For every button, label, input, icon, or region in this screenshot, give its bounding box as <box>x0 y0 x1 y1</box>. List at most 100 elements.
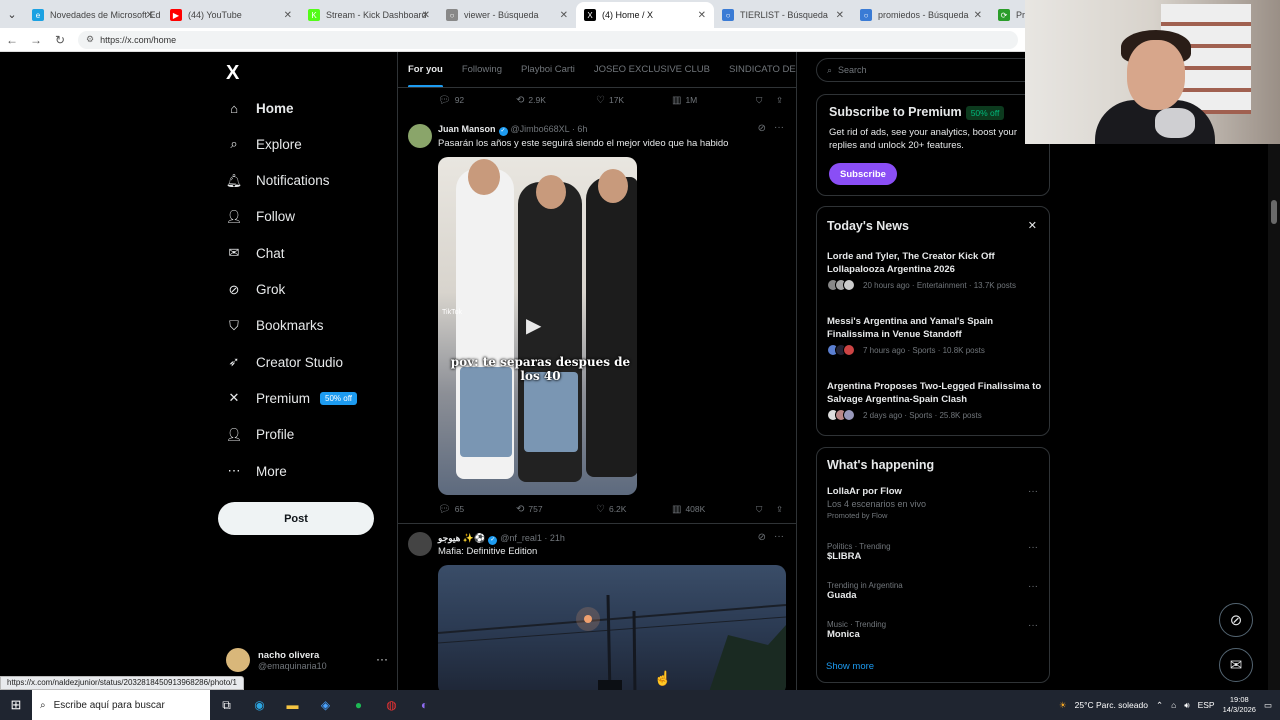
grok-explain-icon[interactable]: ⊘ <box>758 123 766 134</box>
scrollbar[interactable] <box>1268 144 1280 690</box>
nav-item-more[interactable]: ⋯ More <box>226 456 287 486</box>
repost-button[interactable]: ⟲ 757 <box>516 504 596 515</box>
nav-item-explore[interactable]: ⌕ Explore <box>226 129 301 159</box>
show-more-link[interactable]: Show more <box>826 661 874 672</box>
bookmark-icon[interactable]: ⛉ <box>756 95 776 106</box>
nav-item-follow[interactable]: 👤︎ Follow <box>226 202 295 232</box>
notification-center-icon[interactable]: ▭ <box>1264 700 1272 711</box>
app-icon[interactable]: ◍ <box>375 690 408 720</box>
trend-item[interactable]: Politics · Trending $LIBRA ··· <box>827 542 1042 562</box>
clock[interactable]: 19:08 14/3/2026 <box>1223 695 1256 715</box>
tweet-handle[interactable]: @nf_real1 <box>500 533 542 543</box>
browser-tab[interactable]: ○ viewer - Búsqueda ✕ <box>438 2 576 28</box>
tweet-author[interactable]: Juan Manson <box>438 124 496 134</box>
browser-tab[interactable]: ▶ (44) YouTube ✕ <box>162 2 300 28</box>
edge-icon[interactable]: ◉ <box>243 690 276 720</box>
x-logo-icon[interactable]: X <box>226 62 239 85</box>
weather-text[interactable]: 25°C Parc. soleado <box>1075 700 1148 710</box>
nav-item-premium[interactable]: ✕ Premium 50% off <box>226 383 357 413</box>
trend-item[interactable]: Trending in Argentina Guada ··· <box>827 581 1042 601</box>
trend-item[interactable]: LollaAr por Flow Los 4 escenarios en vivo… <box>827 486 1042 520</box>
tweet-avatar[interactable] <box>408 124 432 148</box>
tweet[interactable]: Juan Manson ✓ @Jimbo668XL · 6h ⊘ ··· Pasar… <box>398 114 796 524</box>
task-view-icon[interactable]: ⧉ <box>210 690 243 720</box>
site-info-icon[interactable]: ⚙ <box>86 34 94 45</box>
trend-more-icon[interactable]: ··· <box>1028 486 1038 497</box>
tab-close-icon[interactable]: ✕ <box>560 10 568 21</box>
share-icon[interactable]: ⇪ <box>776 95 783 106</box>
file-explorer-icon[interactable]: ▬ <box>276 690 309 720</box>
news-item[interactable]: Argentina Proposes Two-Legged Finalissim… <box>827 381 1042 421</box>
browser-tab[interactable]: X (4) Home / X ✕ <box>576 2 714 28</box>
browser-tab[interactable]: ○ TIERLIST - Búsqueda ✕ <box>714 2 852 28</box>
nav-item-bookmarks[interactable]: ⛉ Bookmarks <box>226 311 323 341</box>
tweet-avatar[interactable] <box>408 532 432 556</box>
spotify-icon[interactable]: ● <box>342 690 375 720</box>
feed-tab[interactable]: Following <box>462 52 502 87</box>
trend-more-icon[interactable]: ··· <box>1028 581 1038 592</box>
tab-close-icon[interactable]: ✕ <box>146 10 154 21</box>
feed-tab[interactable]: SINDICATO DE C <box>729 52 796 87</box>
tweet-time[interactable]: 6h <box>577 124 587 134</box>
reply-button[interactable]: 💬︎ 92 <box>438 95 516 106</box>
browser-tab[interactable]: e Novedades de Microsoft Ed ✕ <box>24 2 162 28</box>
like-button[interactable]: ♡ 17K <box>596 95 672 106</box>
discord-icon[interactable]: ◐ <box>408 690 441 720</box>
tab-close-icon[interactable]: ✕ <box>284 10 292 21</box>
back-arrow-icon[interactable]: ← <box>0 33 24 47</box>
tab-search-chevron-icon[interactable]: ⌄ <box>0 0 24 28</box>
feed-tab[interactable]: Playboi Carti <box>521 52 575 87</box>
subscribe-button[interactable]: Subscribe <box>829 163 897 185</box>
nav-item-notifications[interactable]: 🔔︎ Notifications <box>226 166 330 196</box>
tweet-author[interactable]: هيوجو ✨⚽ <box>438 533 485 543</box>
account-more-icon[interactable]: ··· <box>376 652 388 666</box>
nav-item-home[interactable]: ⌂ Home <box>226 93 293 123</box>
volume-icon[interactable]: 🔊︎ <box>1184 700 1189 711</box>
tweet-image[interactable] <box>438 565 786 690</box>
views-button[interactable]: ▥ 1M <box>672 95 756 106</box>
feed-tab[interactable]: JOSEO EXCLUSIVE CLUB <box>594 52 710 87</box>
play-icon[interactable]: ▶ <box>526 313 548 337</box>
store-icon[interactable]: ◈ <box>309 690 342 720</box>
reload-icon[interactable]: ↻ <box>48 33 72 47</box>
trend-item[interactable]: Music · Trending Monica ··· <box>827 620 1042 640</box>
tweet[interactable]: هيوجو ✨⚽ ✓ @nf_real1 · 21h ⊘ ··· Mafia: De… <box>398 524 796 690</box>
tab-close-icon[interactable]: ✕ <box>974 10 982 21</box>
grok-float-icon[interactable]: ⊘ <box>1219 603 1253 637</box>
search-input[interactable]: ⌕ Search <box>816 58 1050 82</box>
tweet-time[interactable]: 21h <box>550 533 565 543</box>
share-icon[interactable]: ⇪ <box>776 504 783 515</box>
bookmark-icon[interactable]: ⛉ <box>756 504 776 515</box>
post-button[interactable]: Post <box>218 502 374 535</box>
nav-item-chat[interactable]: ✉ Chat <box>226 238 285 268</box>
trend-more-icon[interactable]: ··· <box>1028 620 1038 631</box>
taskbar-search[interactable]: ⌕ Escribe aquí para buscar <box>32 690 210 720</box>
nav-item-grok[interactable]: ⊘ Grok <box>226 275 286 305</box>
browser-tab[interactable]: ○ promiedos - Búsqueda ✕ <box>852 2 990 28</box>
messages-float-icon[interactable]: ✉ <box>1219 648 1253 682</box>
tab-close-icon[interactable]: ✕ <box>422 10 430 21</box>
browser-tab[interactable]: ⟳ Pr <box>990 2 1030 28</box>
tab-close-icon[interactable]: ✕ <box>698 10 706 21</box>
url-field[interactable]: ⚙ https://x.com/home <box>78 30 1018 49</box>
tab-close-icon[interactable]: ✕ <box>836 10 844 21</box>
news-item[interactable]: Messi's Argentina and Yamal's Spain Fina… <box>827 316 1042 356</box>
nav-item-profile[interactable]: 👤︎ Profile <box>226 420 295 450</box>
windows-start-icon[interactable]: ⊞ <box>0 697 32 713</box>
trend-more-icon[interactable]: ··· <box>1028 542 1038 553</box>
close-icon[interactable]: ✕ <box>1028 219 1037 232</box>
tweet-video[interactable]: TikTok ▶ pov: te separas despues de los … <box>438 157 637 495</box>
grok-explain-icon[interactable]: ⊘ <box>758 532 766 543</box>
like-button[interactable]: ♡ 6.2K <box>596 504 672 515</box>
news-item[interactable]: Lorde and Tyler, The Creator Kick Off Lo… <box>827 251 1042 291</box>
tweet-more-icon[interactable]: ··· <box>774 122 784 133</box>
tray-overflow-icon[interactable]: ⌃ <box>1156 700 1163 711</box>
tweet-more-icon[interactable]: ··· <box>774 531 784 542</box>
feed-tab[interactable]: For you <box>408 52 443 87</box>
repost-button[interactable]: ⟲ 2.9K <box>516 95 596 106</box>
input-language[interactable]: ESP <box>1198 700 1215 710</box>
views-button[interactable]: ▥ 408K <box>672 504 756 515</box>
browser-tab[interactable]: K Stream - Kick Dashboard ✕ <box>300 2 438 28</box>
account-switcher[interactable]: nacho olivera @emaquinaria10 ··· <box>226 648 388 672</box>
tweet-handle[interactable]: @Jimbo668XL <box>511 124 570 134</box>
